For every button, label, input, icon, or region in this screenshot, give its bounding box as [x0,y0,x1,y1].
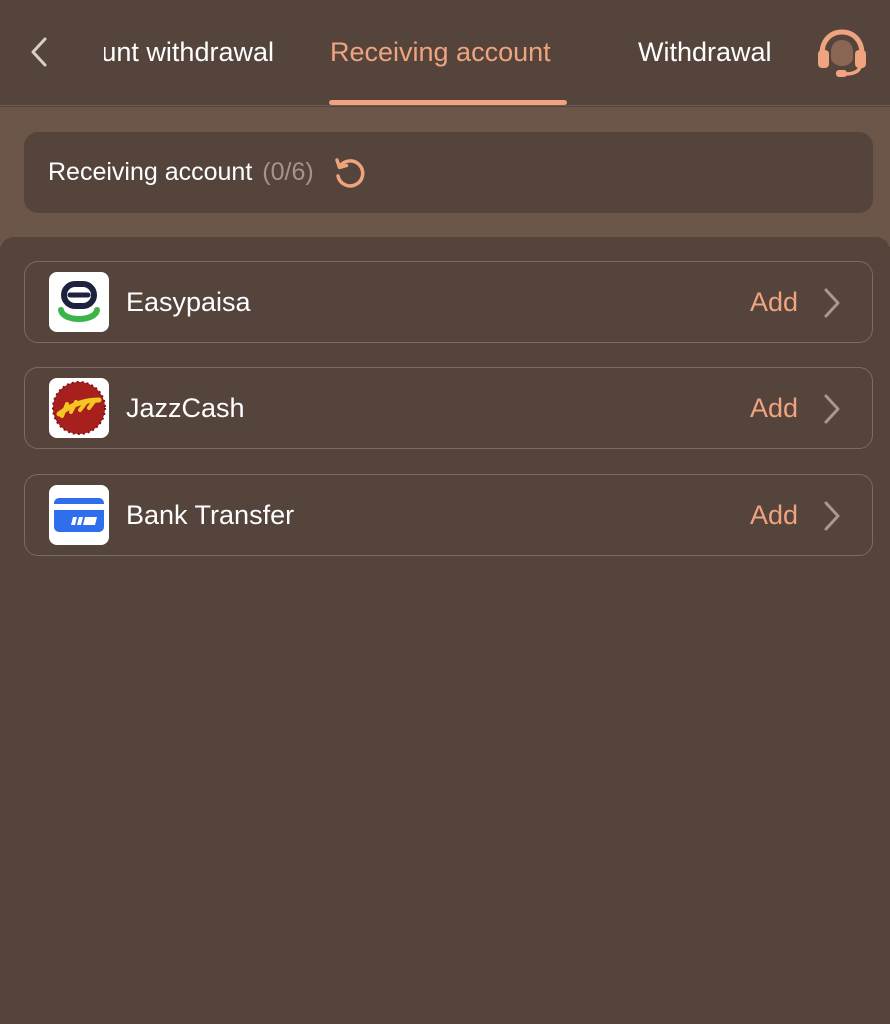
tab-account-withdrawal[interactable]: Account withdrawal [104,34,274,70]
chevron-right-icon [824,288,840,318]
tab-receiving-account[interactable]: Receiving account [330,34,551,70]
add-button[interactable]: Add [750,497,798,533]
account-count: (0/6) [262,158,314,186]
tab-bar: Account withdrawal Receiving account Wit… [0,0,890,105]
payment-methods-panel: Easypaisa Add JazzCash Add Bank Transfer… [0,237,890,1024]
method-row-bank-transfer[interactable]: Bank Transfer Add [24,474,873,556]
jazzcash-logo [49,378,109,438]
method-name: JazzCash [126,393,245,423]
add-button[interactable]: Add [750,390,798,426]
customer-support-button[interactable] [812,26,872,80]
add-button[interactable]: Add [750,284,798,320]
tab-withdrawal[interactable]: Withdrawal [638,34,772,70]
bank-card-icon [49,485,109,545]
chevron-right-icon [824,501,840,531]
method-name: Easypaisa [126,287,251,317]
method-row-jazzcash[interactable]: JazzCash Add [24,367,873,449]
chevron-right-icon [824,394,840,424]
active-tab-indicator [329,100,567,105]
headset-icon [818,29,866,77]
receiving-account-summary: Receiving account (0/6) [24,132,873,213]
easypaisa-logo [49,272,109,332]
method-row-easypaisa[interactable]: Easypaisa Add [24,261,873,343]
top-nav-bar: Account withdrawal Receiving account Wit… [0,0,890,106]
summary-label: Receiving account [48,158,253,186]
refresh-button[interactable] [330,153,370,193]
refresh-icon [334,157,365,188]
method-name: Bank Transfer [126,500,295,530]
